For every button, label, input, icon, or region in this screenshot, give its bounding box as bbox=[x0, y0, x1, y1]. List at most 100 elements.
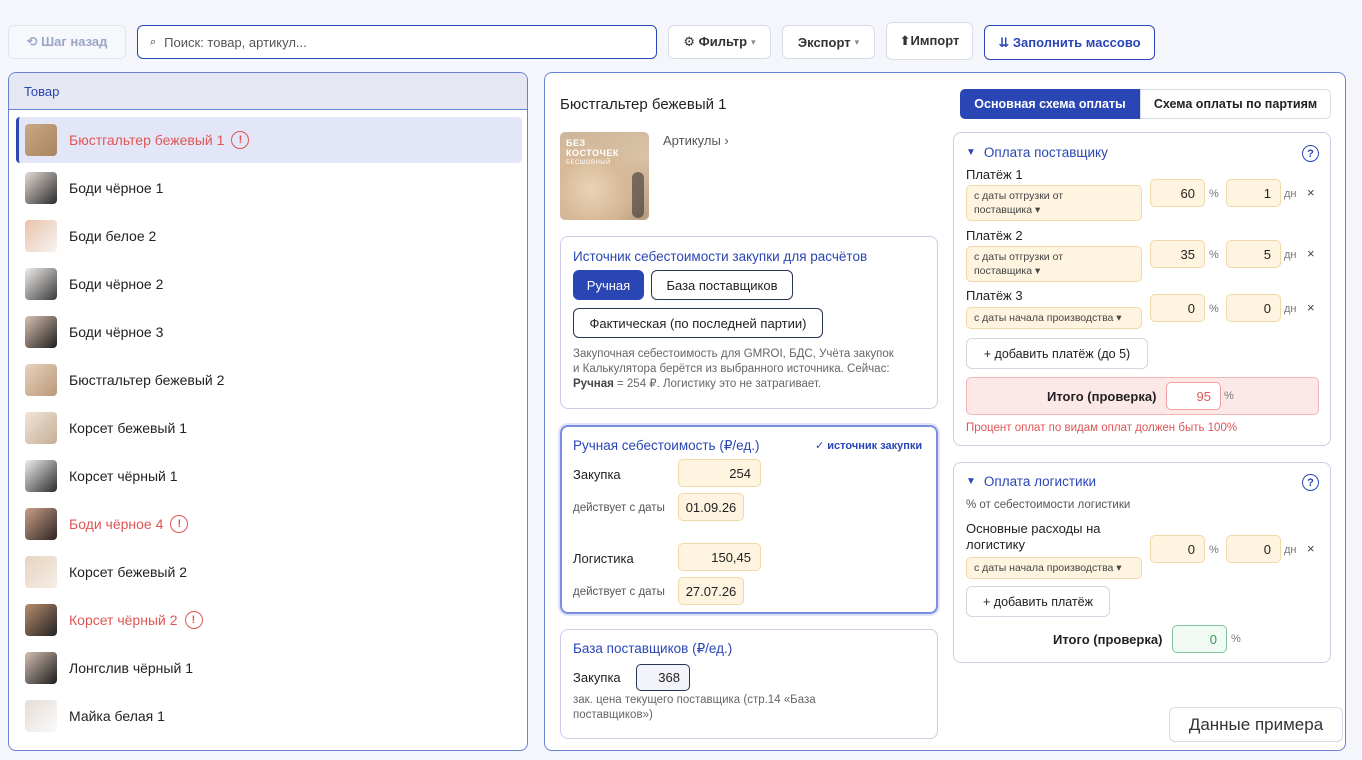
list-item[interactable]: Боди чёрное 2 bbox=[16, 261, 522, 307]
list-item[interactable]: Боди чёрное 1 bbox=[16, 165, 522, 211]
source-suppliers-option[interactable]: База поставщиков bbox=[651, 270, 793, 300]
warning-icon: ! bbox=[170, 515, 189, 533]
logistics-days[interactable]: 0 bbox=[1226, 535, 1281, 563]
product-title: Бюстгальтер бежевый 1 bbox=[560, 96, 727, 113]
list-item-label: Боди белое 2 bbox=[69, 228, 157, 244]
manual-purchase-input[interactable]: 254 bbox=[678, 459, 761, 487]
logistics-remove-icon[interactable]: × bbox=[1307, 541, 1315, 556]
supplier-base-note: зак. цена текущего поставщика (стр.14 «Б… bbox=[573, 694, 816, 721]
list-item[interactable]: Боди чёрное 4! bbox=[16, 501, 522, 547]
list-item[interactable]: Корсет бежевый 2 bbox=[16, 549, 522, 595]
warning-icon: ! bbox=[184, 611, 203, 629]
list-header: Товар bbox=[9, 73, 527, 110]
list-item[interactable]: Корсет чёрный 1 bbox=[16, 453, 522, 499]
list-item[interactable]: Майка белая 1 bbox=[16, 693, 522, 739]
payment-2-days[interactable]: 5 bbox=[1226, 240, 1281, 268]
product-thumbnail bbox=[25, 652, 57, 684]
product-thumbnail bbox=[25, 220, 57, 252]
cost-source-note: Закупочная себестоимость для GMROI, БДС,… bbox=[573, 348, 894, 390]
search-input[interactable] bbox=[164, 34, 625, 50]
product-image: БЕЗ КОСТОЧЕК БЕСШОВНЫЙ bbox=[560, 132, 649, 220]
manual-purchase-date[interactable]: 01.09.26 bbox=[678, 493, 744, 521]
articles-link[interactable]: Артикулы › bbox=[663, 133, 729, 148]
chevron-down-icon: ▾ bbox=[854, 36, 860, 47]
product-thumbnail bbox=[25, 604, 57, 636]
logistics-percent[interactable]: 0 bbox=[1150, 535, 1205, 563]
list-item-label: Боди чёрное 2 bbox=[69, 276, 164, 292]
collapse-triangle-icon[interactable]: ▼ bbox=[966, 476, 976, 487]
collapse-triangle-icon[interactable]: ▼ bbox=[966, 147, 976, 158]
undo-button[interactable]: ⟲ Шаг назад bbox=[8, 25, 126, 59]
list-item[interactable]: Боди белое 2 bbox=[16, 213, 522, 259]
list-item-label: Боди чёрное 1 bbox=[69, 180, 164, 196]
list-item-label: Лонгслив чёрный 1 bbox=[69, 660, 193, 676]
product-thumbnail bbox=[25, 412, 57, 444]
list-item-label: Корсет бежевый 1 bbox=[69, 420, 187, 436]
supplier-total-value: 95 bbox=[1166, 382, 1221, 410]
supplier-total-error: Процент оплат по видам оплат должен быть… bbox=[966, 422, 1238, 434]
payment-1-remove-icon[interactable]: × bbox=[1307, 185, 1315, 200]
tab-main-scheme[interactable]: Основная схема оплаты bbox=[960, 89, 1140, 119]
source-badge: ✓ источник закупки bbox=[815, 440, 923, 452]
add-payment-button[interactable]: + добавить платёж (до 5) bbox=[966, 338, 1148, 369]
search-box[interactable]: ⌕ bbox=[137, 25, 657, 59]
export-button[interactable]: Экспорт ▾ bbox=[782, 25, 875, 59]
logistics-total-value: 0 bbox=[1172, 625, 1227, 653]
list-item-label: Корсет чёрный 1 bbox=[69, 468, 178, 484]
payment-1-basis-select[interactable]: с даты отгрузки от поставщика ▾ bbox=[966, 185, 1142, 221]
manual-logistics-input[interactable]: 150,45 bbox=[678, 543, 761, 571]
product-thumbnail bbox=[25, 460, 57, 492]
list-item[interactable]: Бюстгальтер бежевый 2 bbox=[16, 357, 522, 403]
supplier-total-row: Итого (проверка) 95 % bbox=[966, 377, 1319, 415]
supplier-base-card: База поставщиков (₽/ед.) Закупка 368 зак… bbox=[560, 629, 938, 739]
supplier-purchase-value: 368 bbox=[636, 664, 690, 691]
payment-2-basis-select[interactable]: с даты отгрузки от поставщика ▾ bbox=[966, 246, 1142, 282]
product-detail-panel: Бюстгальтер бежевый 1 БЕЗ КОСТОЧЕК БЕСШО… bbox=[544, 72, 1346, 751]
product-thumbnail bbox=[25, 124, 57, 156]
list-item[interactable]: Бюстгальтер бежевый 1! bbox=[16, 117, 522, 163]
supplier-base-title: База поставщиков (₽/ед.) bbox=[573, 641, 733, 656]
product-thumbnail bbox=[25, 556, 57, 588]
manual-cost-card: Ручная себестоимость (₽/ед.) ✓ источник … bbox=[560, 425, 938, 614]
logistics-payment-card: ▼ Оплата логистики ? % от себестоимости л… bbox=[953, 462, 1331, 663]
list-item[interactable]: Корсет чёрный 2! bbox=[16, 597, 522, 643]
chevron-down-icon: ▾ bbox=[751, 36, 756, 47]
logistics-basis-select[interactable]: с даты начала производства ▾ bbox=[966, 557, 1142, 579]
list-item-label: Бюстгальтер бежевый 1 bbox=[69, 132, 225, 148]
supplier-payment-card: ▼ Оплата поставщику ? Платёж 1 с даты отг… bbox=[953, 132, 1331, 446]
payment-1-days[interactable]: 1 bbox=[1226, 179, 1281, 207]
payment-3-remove-icon[interactable]: × bbox=[1307, 300, 1315, 315]
manual-cost-title: Ручная себестоимость (₽/ед.) bbox=[573, 438, 760, 453]
list-item-label: Корсет чёрный 2 bbox=[69, 612, 178, 628]
bulk-fill-button[interactable]: ⇊ Заполнить массово bbox=[984, 25, 1155, 60]
payment-2-percent[interactable]: 35 bbox=[1150, 240, 1205, 268]
help-icon[interactable]: ? bbox=[1302, 145, 1319, 162]
filter-button[interactable]: ⚙ Фильтр ▾ bbox=[668, 25, 771, 59]
list-item[interactable]: Лонгслив чёрный 1 bbox=[16, 645, 522, 691]
payment-3-basis-select[interactable]: с даты начала производства ▾ bbox=[966, 307, 1142, 329]
payment-1-percent[interactable]: 60 bbox=[1150, 179, 1205, 207]
product-thumbnail bbox=[25, 268, 57, 300]
product-thumbnail bbox=[25, 172, 57, 204]
source-actual-option[interactable]: Фактическая (по последней партии) bbox=[573, 308, 823, 338]
payment-2-remove-icon[interactable]: × bbox=[1307, 246, 1315, 261]
add-logistics-payment-button[interactable]: + добавить платёж bbox=[966, 586, 1110, 617]
list-item[interactable]: Корсет бежевый 1 bbox=[16, 405, 522, 451]
help-icon[interactable]: ? bbox=[1302, 474, 1319, 491]
import-button[interactable]: ⬆Импорт bbox=[886, 22, 973, 60]
sample-data-button[interactable]: Данные примера bbox=[1169, 707, 1343, 742]
product-thumbnail bbox=[25, 508, 57, 540]
list-item-label: Корсет бежевый 2 bbox=[69, 564, 187, 580]
tab-batch-scheme[interactable]: Схема оплаты по партиям bbox=[1140, 89, 1331, 119]
product-thumbnail bbox=[25, 364, 57, 396]
product-list-panel: Товар Бюстгальтер бежевый 1! Боди чёрное … bbox=[8, 72, 528, 751]
payment-3-days[interactable]: 0 bbox=[1226, 294, 1281, 322]
list-item-label: Майка белая 1 bbox=[69, 708, 165, 724]
cost-source-card: Источник себестоимости закупки для расчё… bbox=[560, 236, 938, 409]
list-item-label: Боди чёрное 4 bbox=[69, 516, 164, 532]
manual-logistics-date[interactable]: 27.07.26 bbox=[678, 577, 744, 605]
source-manual-option[interactable]: Ручная bbox=[573, 270, 644, 300]
list-item[interactable]: Боди чёрное 3 bbox=[16, 309, 522, 355]
product-thumbnail bbox=[25, 316, 57, 348]
payment-3-percent[interactable]: 0 bbox=[1150, 294, 1205, 322]
